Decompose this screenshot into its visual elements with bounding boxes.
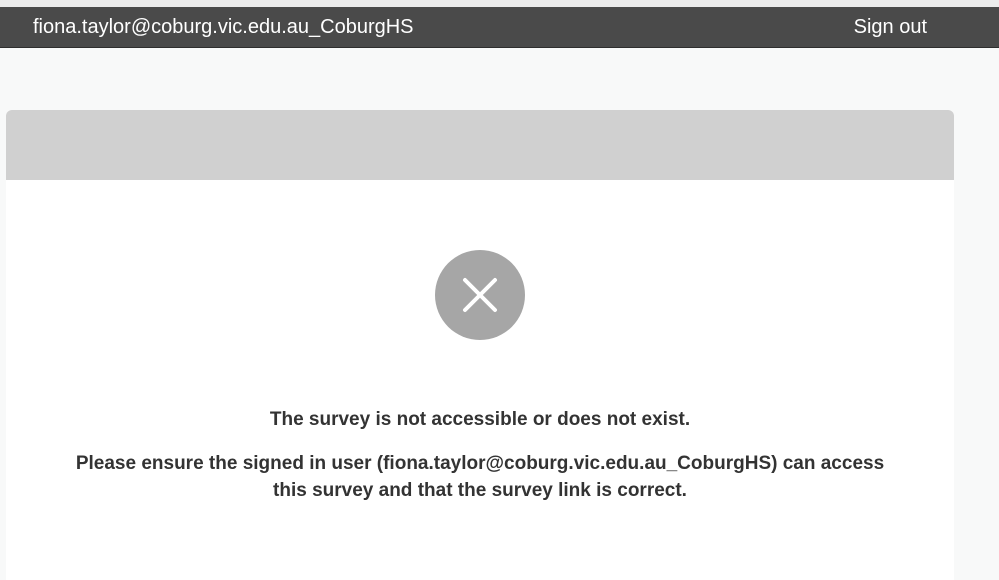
close-icon xyxy=(463,278,497,312)
error-message-line-2: this survey and that the survey link is … xyxy=(273,480,687,501)
error-message: Please ensure the signed in user (fiona.… xyxy=(6,450,954,504)
card-header xyxy=(6,110,954,180)
browser-top-strip xyxy=(0,0,999,7)
error-message-line-1: Please ensure the signed in user (fiona.… xyxy=(75,453,885,474)
signed-in-user: fiona.taylor@coburg.vic.edu.au_CoburgHS xyxy=(33,16,414,38)
error-title: The survey is not accessible or does not… xyxy=(269,409,691,430)
sign-out-link[interactable]: Sign out xyxy=(854,7,927,48)
error-card: The survey is not accessible or does not… xyxy=(6,110,954,580)
error-icon-circle xyxy=(435,250,525,340)
top-bar: fiona.taylor@coburg.vic.edu.au_CoburgHS … xyxy=(0,7,999,48)
